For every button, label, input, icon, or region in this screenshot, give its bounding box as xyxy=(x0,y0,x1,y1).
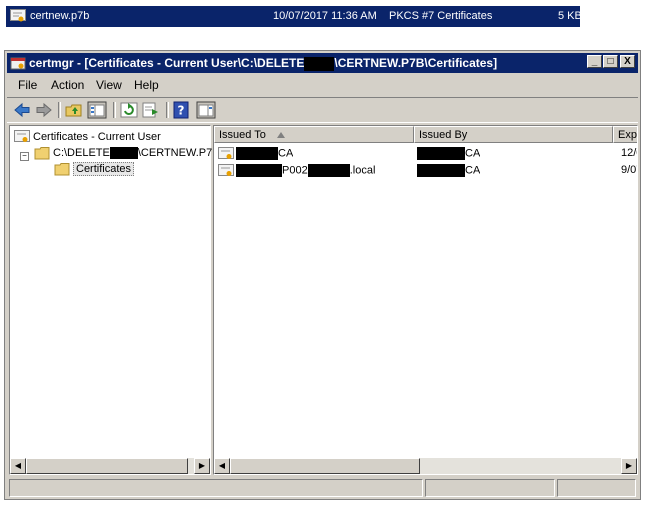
export-list-icon[interactable] xyxy=(141,101,161,119)
certificate-list: Issued To Issued By Expi CA CA 12/0 P002… xyxy=(213,125,638,475)
help-icon[interactable]: ? xyxy=(172,101,192,119)
scroll-right-arrow-icon[interactable]: ▶ xyxy=(194,458,210,474)
certificate-icon xyxy=(218,147,234,159)
row-issued-to: P002 .local xyxy=(236,164,375,177)
tree-scroll-thumb[interactable] xyxy=(26,458,188,474)
menu-action[interactable]: Action xyxy=(51,78,84,92)
menu-file[interactable]: File xyxy=(18,78,37,92)
list-scroll-thumb[interactable] xyxy=(230,458,420,474)
file-type: PKCS #7 Certificates xyxy=(389,10,493,22)
table-row[interactable]: CA CA 12/0 xyxy=(214,146,637,162)
status-panel xyxy=(9,479,423,497)
show-action-pane-icon[interactable] xyxy=(196,101,216,119)
menu-view[interactable]: View xyxy=(96,78,122,92)
folder-icon xyxy=(54,163,70,176)
menu-bar: File Action View Help xyxy=(7,75,638,95)
console-tree: Certificates - Current User − C:\DELETE \… xyxy=(9,125,220,475)
certificate-file-icon xyxy=(10,9,26,22)
certificate-icon xyxy=(218,164,234,176)
row-issued-by: CA xyxy=(417,147,480,160)
file-name: certnew.p7b xyxy=(30,10,90,22)
tree-root-label: Certificates - Current User xyxy=(33,130,161,143)
tree-root[interactable]: Certificates - Current User xyxy=(14,130,161,144)
back-arrow-icon[interactable] xyxy=(12,101,32,119)
title-bar[interactable]: certmgr - [Certificates - Current User\C… xyxy=(7,53,638,73)
file-row[interactable]: certnew.p7b 10/07/2017 11:36 AM PKCS #7 … xyxy=(6,6,582,27)
folder-icon xyxy=(34,147,50,160)
column-issued-by[interactable]: Issued By xyxy=(414,126,613,143)
menu-help[interactable]: Help xyxy=(134,78,159,92)
certmgr-window: certmgr - [Certificates - Current User\C… xyxy=(4,50,641,500)
certificate-store-icon xyxy=(14,130,30,142)
tree-file-label: C:\DELETE xyxy=(53,146,110,159)
window-title: certmgr - [Certificates - Current User\C… xyxy=(29,56,498,71)
column-expiration[interactable]: Expi xyxy=(613,126,637,143)
redaction xyxy=(304,56,335,71)
scroll-left-arrow-icon[interactable]: ◀ xyxy=(10,458,26,474)
toolbar: ? xyxy=(7,97,638,123)
maximize-button[interactable]: □ xyxy=(603,55,618,68)
tree-certificates-node[interactable]: Certificates xyxy=(54,161,135,176)
table-row[interactable]: P002.local CA 9/07 xyxy=(214,163,637,179)
up-folder-icon[interactable] xyxy=(64,101,84,119)
list-horizontal-scrollbar[interactable]: ◀ ▶ xyxy=(214,458,637,474)
certmgr-app-icon xyxy=(10,57,26,70)
status-panel xyxy=(557,479,636,497)
tree-file-node[interactable]: C:\DELETE \CERTNEW.P7B xyxy=(34,146,220,160)
scroll-right-arrow-icon[interactable]: ▶ xyxy=(621,458,637,474)
minimize-button[interactable]: _ xyxy=(587,55,602,68)
status-bar xyxy=(7,479,638,497)
svg-text:?: ? xyxy=(178,104,185,118)
row-issued-to: CA xyxy=(236,147,293,160)
file-size: 5 KB xyxy=(558,10,582,22)
file-modified: 10/07/2017 11:36 AM xyxy=(273,10,377,22)
refresh-icon[interactable] xyxy=(119,101,139,119)
forward-arrow-icon[interactable] xyxy=(34,101,54,119)
close-button[interactable]: X xyxy=(620,55,635,68)
column-issued-to[interactable]: Issued To xyxy=(214,126,414,143)
row-issued-by: CA xyxy=(417,164,480,177)
row-expiration: 9/07 xyxy=(621,164,637,176)
sort-ascending-icon xyxy=(276,132,285,139)
collapse-toggle[interactable]: − xyxy=(20,152,29,161)
scroll-left-arrow-icon[interactable]: ◀ xyxy=(214,458,230,474)
show-console-tree-icon[interactable] xyxy=(87,101,107,119)
tree-certificates-label: Certificates xyxy=(73,161,135,176)
redaction xyxy=(109,147,138,159)
status-panel xyxy=(425,479,555,497)
row-expiration: 12/0 xyxy=(621,147,637,159)
tree-horizontal-scrollbar[interactable]: ◀ ▶ xyxy=(10,458,210,474)
